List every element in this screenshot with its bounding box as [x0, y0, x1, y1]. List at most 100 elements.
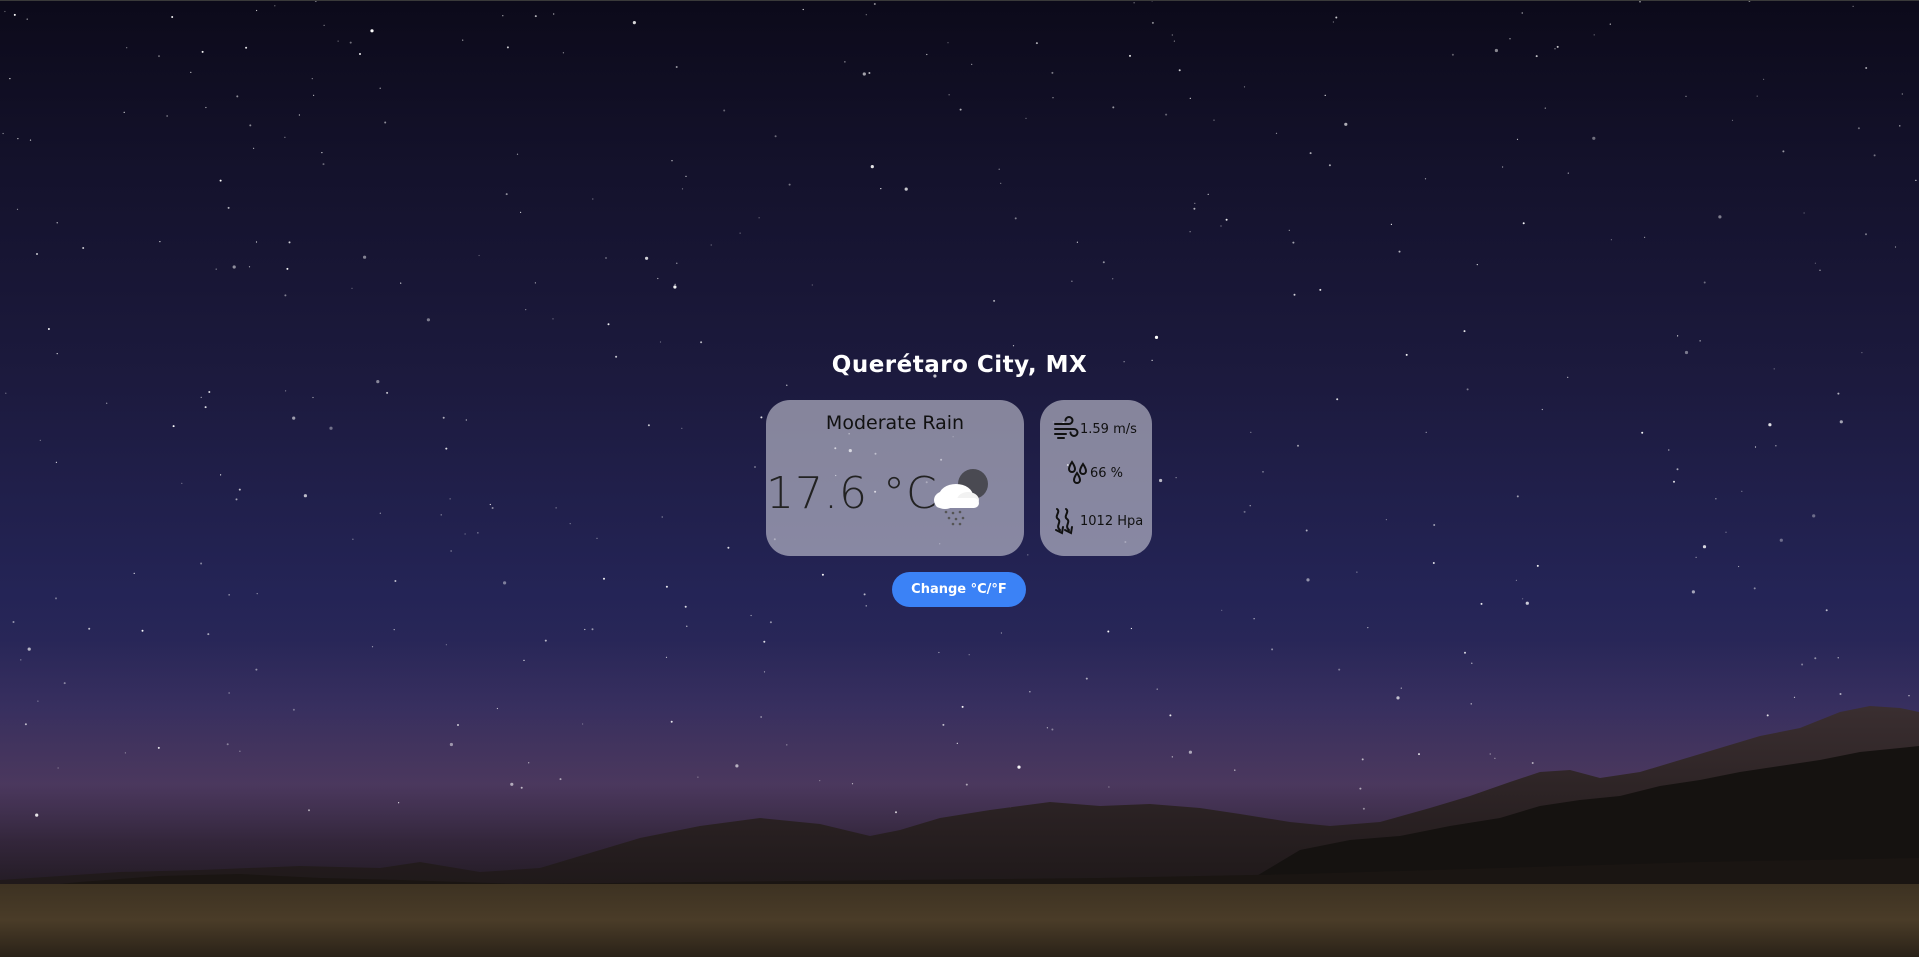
star: [1396, 696, 1400, 700]
star: [1271, 648, 1274, 651]
star: [1470, 703, 1472, 705]
star: [158, 55, 160, 58]
star: [1418, 753, 1420, 756]
star: [1668, 449, 1670, 451]
star: [1839, 693, 1842, 695]
star: [1865, 233, 1867, 236]
star: [1865, 67, 1868, 69]
star: [321, 152, 323, 154]
star: [1673, 480, 1675, 483]
star: [1359, 787, 1362, 790]
star: [763, 671, 766, 673]
star: [351, 287, 353, 289]
pressure-icon: [1055, 508, 1073, 535]
star: [337, 40, 339, 42]
star: [464, 533, 466, 535]
star: [1536, 564, 1539, 567]
star: [124, 752, 126, 754]
star: [442, 416, 445, 419]
star: [1249, 505, 1251, 507]
star: [445, 447, 448, 450]
star: [39, 439, 41, 441]
change-units-button[interactable]: Change °C/°F: [892, 572, 1026, 607]
star: [786, 384, 788, 386]
star: [1000, 182, 1002, 184]
star: [47, 328, 50, 330]
star: [647, 424, 650, 427]
star: [1305, 529, 1308, 532]
star: [1899, 125, 1901, 127]
star: [204, 406, 207, 409]
star: [284, 136, 286, 138]
star: [1825, 609, 1828, 612]
star: [1592, 136, 1596, 140]
star: [88, 627, 91, 630]
star: [286, 267, 289, 270]
star: [948, 94, 950, 96]
star: [769, 621, 772, 624]
star: [363, 255, 367, 259]
star: [592, 198, 594, 200]
star: [20, 659, 22, 661]
humidity-stat: 66 %: [1066, 459, 1123, 487]
star: [1356, 571, 1358, 573]
star: [1779, 538, 1783, 542]
star: [819, 780, 821, 782]
star: [1338, 668, 1341, 671]
star: [133, 572, 135, 575]
star: [516, 153, 519, 155]
star: [312, 396, 314, 399]
star: [285, 390, 287, 392]
star: [503, 581, 507, 585]
star: [938, 651, 940, 654]
star: [659, 341, 662, 343]
star: [675, 66, 678, 68]
star: [1464, 651, 1466, 654]
star: [1837, 657, 1839, 659]
temperature-value: 17.6 °C: [766, 468, 938, 519]
star: [552, 318, 554, 320]
star: [851, 783, 854, 785]
star: [1398, 250, 1401, 253]
star: [786, 744, 788, 746]
star: [1017, 765, 1021, 769]
star: [1554, 48, 1556, 50]
star: [298, 114, 300, 116]
star: [248, 266, 251, 268]
star: [496, 707, 498, 710]
star: [239, 750, 241, 752]
star: [1250, 431, 1252, 433]
star: [13, 13, 16, 16]
star: [971, 63, 973, 65]
star: [1243, 86, 1246, 88]
star: [256, 9, 258, 12]
star: [55, 461, 58, 463]
star: [477, 532, 479, 534]
star: [226, 743, 229, 746]
star: [256, 593, 258, 595]
star: [205, 106, 207, 109]
star: [1494, 48, 1498, 53]
star: [1293, 293, 1296, 296]
star: [1738, 565, 1740, 568]
star: [1556, 45, 1559, 48]
star: [844, 61, 846, 63]
star: [1112, 106, 1115, 109]
star: [9, 78, 11, 80]
star: [249, 124, 252, 127]
star: [491, 507, 494, 509]
star: [1731, 119, 1734, 121]
star: [562, 52, 565, 54]
star: [1915, 179, 1917, 181]
star: [1112, 278, 1114, 280]
star: [998, 168, 1000, 170]
star: [228, 594, 230, 596]
wind-stat: 1.59 m/s: [1052, 415, 1137, 443]
star: [394, 580, 397, 582]
star: [873, 3, 876, 5]
star: [1154, 335, 1159, 339]
star: [1703, 281, 1706, 284]
star: [190, 71, 192, 73]
star: [1516, 495, 1519, 498]
star: [754, 466, 756, 468]
